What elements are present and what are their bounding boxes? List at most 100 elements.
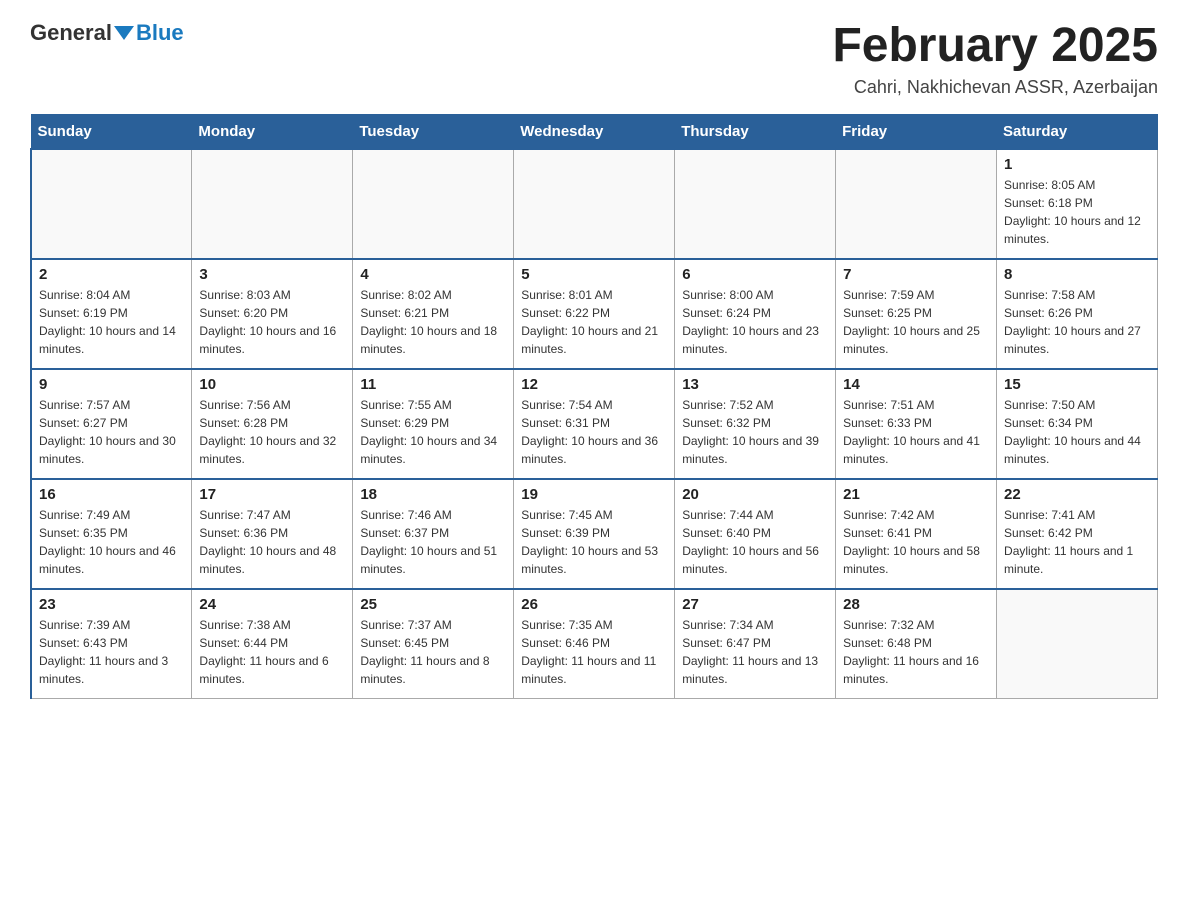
calendar-cell: 4Sunrise: 8:02 AMSunset: 6:21 PMDaylight…: [353, 259, 514, 369]
calendar-cell: 28 Sunrise: 7:32 AMSunset: 6:48 PMDayligh…: [836, 589, 997, 699]
calendar-week-1: 1Sunrise: 8:05 AMSunset: 6:18 PMDaylight…: [31, 149, 1158, 259]
calendar-cell: 18 Sunrise: 7:46 AMSunset: 6:37 PMDayligh…: [353, 479, 514, 589]
day-number: 13: [682, 376, 828, 393]
day-info: Sunrise: 7:46 AMSunset: 6:37 PMDaylight:…: [360, 506, 506, 578]
calendar-cell: 19 Sunrise: 7:45 AMSunset: 6:39 PMDayligh…: [514, 479, 675, 589]
day-number: 14: [843, 376, 989, 393]
day-info: Sunrise: 7:41 AMSunset: 6:42 PMDaylight:…: [1004, 506, 1150, 578]
calendar-cell: [997, 589, 1158, 699]
month-title: February 2025: [832, 20, 1158, 73]
weekday-header-sunday: Sunday: [31, 114, 192, 149]
weekday-header-monday: Monday: [192, 114, 353, 149]
calendar-cell: 14 Sunrise: 7:51 AMSunset: 6:33 PMDayligh…: [836, 369, 997, 479]
weekday-header-friday: Friday: [836, 114, 997, 149]
calendar-cell: 2 Sunrise: 8:04 AMSunset: 6:19 PMDaylight…: [31, 259, 192, 369]
day-number: 18: [360, 486, 506, 503]
weekday-header-saturday: Saturday: [997, 114, 1158, 149]
calendar-cell: [31, 149, 192, 259]
calendar-cell: 24 Sunrise: 7:38 AMSunset: 6:44 PMDayligh…: [192, 589, 353, 699]
day-info: Sunrise: 7:42 AMSunset: 6:41 PMDaylight:…: [843, 506, 989, 578]
calendar-cell: 7 Sunrise: 7:59 AMSunset: 6:25 PMDaylight…: [836, 259, 997, 369]
calendar-cell: 16 Sunrise: 7:49 AMSunset: 6:35 PMDayligh…: [31, 479, 192, 589]
calendar-week-2: 2 Sunrise: 8:04 AMSunset: 6:19 PMDaylight…: [31, 259, 1158, 369]
calendar-cell: 15 Sunrise: 7:50 AMSunset: 6:34 PMDayligh…: [997, 369, 1158, 479]
day-number: 7: [843, 266, 989, 283]
day-info: Sunrise: 8:01 AMSunset: 6:22 PMDaylight:…: [521, 286, 667, 358]
logo-general-text: General: [30, 20, 112, 46]
day-info: Sunrise: 8:03 AMSunset: 6:20 PMDaylight:…: [199, 286, 345, 358]
day-number: 5: [521, 266, 667, 283]
calendar-cell: 9 Sunrise: 7:57 AMSunset: 6:27 PMDaylight…: [31, 369, 192, 479]
day-info: Sunrise: 7:38 AMSunset: 6:44 PMDaylight:…: [199, 616, 345, 688]
calendar-cell: 23 Sunrise: 7:39 AMSunset: 6:43 PMDayligh…: [31, 589, 192, 699]
calendar-cell: [514, 149, 675, 259]
calendar-cell: 21Sunrise: 7:42 AMSunset: 6:41 PMDayligh…: [836, 479, 997, 589]
day-number: 10: [199, 376, 345, 393]
day-number: 19: [521, 486, 667, 503]
day-number: 1: [1004, 156, 1150, 173]
day-number: 16: [39, 486, 184, 503]
weekday-header-tuesday: Tuesday: [353, 114, 514, 149]
day-info: Sunrise: 8:00 AMSunset: 6:24 PMDaylight:…: [682, 286, 828, 358]
calendar-cell: 25 Sunrise: 7:37 AMSunset: 6:45 PMDayligh…: [353, 589, 514, 699]
calendar-cell: [192, 149, 353, 259]
title-block: February 2025 Cahri, Nakhichevan ASSR, A…: [832, 20, 1158, 98]
logo: General Blue: [30, 20, 184, 46]
weekday-header-thursday: Thursday: [675, 114, 836, 149]
calendar-week-5: 23 Sunrise: 7:39 AMSunset: 6:43 PMDayligh…: [31, 589, 1158, 699]
day-info: Sunrise: 7:52 AMSunset: 6:32 PMDaylight:…: [682, 396, 828, 468]
weekday-header-row: SundayMondayTuesdayWednesdayThursdayFrid…: [31, 114, 1158, 149]
calendar-cell: 10 Sunrise: 7:56 AMSunset: 6:28 PMDayligh…: [192, 369, 353, 479]
day-number: 8: [1004, 266, 1150, 283]
day-info: Sunrise: 7:50 AMSunset: 6:34 PMDaylight:…: [1004, 396, 1150, 468]
page-header: General Blue February 2025 Cahri, Nakhic…: [30, 20, 1158, 98]
day-info: Sunrise: 8:02 AMSunset: 6:21 PMDaylight:…: [360, 286, 506, 358]
day-number: 15: [1004, 376, 1150, 393]
calendar-table: SundayMondayTuesdayWednesdayThursdayFrid…: [30, 114, 1158, 700]
calendar-week-3: 9 Sunrise: 7:57 AMSunset: 6:27 PMDaylight…: [31, 369, 1158, 479]
logo-blue-text: Blue: [136, 20, 184, 46]
day-info: Sunrise: 7:59 AMSunset: 6:25 PMDaylight:…: [843, 286, 989, 358]
calendar-cell: [836, 149, 997, 259]
day-number: 9: [39, 376, 184, 393]
day-info: Sunrise: 7:39 AMSunset: 6:43 PMDaylight:…: [39, 616, 184, 688]
day-number: 24: [199, 596, 345, 613]
day-number: 23: [39, 596, 184, 613]
calendar-cell: 27Sunrise: 7:34 AMSunset: 6:47 PMDayligh…: [675, 589, 836, 699]
day-number: 27: [682, 596, 828, 613]
day-number: 17: [199, 486, 345, 503]
day-info: Sunrise: 7:32 AMSunset: 6:48 PMDaylight:…: [843, 616, 989, 688]
location-text: Cahri, Nakhichevan ASSR, Azerbaijan: [832, 77, 1158, 98]
day-number: 6: [682, 266, 828, 283]
day-info: Sunrise: 7:45 AMSunset: 6:39 PMDaylight:…: [521, 506, 667, 578]
day-info: Sunrise: 7:57 AMSunset: 6:27 PMDaylight:…: [39, 396, 184, 468]
day-info: Sunrise: 7:44 AMSunset: 6:40 PMDaylight:…: [682, 506, 828, 578]
day-number: 11: [360, 376, 506, 393]
day-info: Sunrise: 7:56 AMSunset: 6:28 PMDaylight:…: [199, 396, 345, 468]
day-info: Sunrise: 7:37 AMSunset: 6:45 PMDaylight:…: [360, 616, 506, 688]
day-info: Sunrise: 7:54 AMSunset: 6:31 PMDaylight:…: [521, 396, 667, 468]
calendar-cell: [353, 149, 514, 259]
day-number: 3: [199, 266, 345, 283]
day-info: Sunrise: 8:04 AMSunset: 6:19 PMDaylight:…: [39, 286, 184, 358]
calendar-cell: 6 Sunrise: 8:00 AMSunset: 6:24 PMDaylight…: [675, 259, 836, 369]
logo-triangle-icon: [114, 26, 134, 40]
calendar-cell: 11 Sunrise: 7:55 AMSunset: 6:29 PMDayligh…: [353, 369, 514, 479]
day-info: Sunrise: 7:51 AMSunset: 6:33 PMDaylight:…: [843, 396, 989, 468]
day-number: 2: [39, 266, 184, 283]
day-info: Sunrise: 7:47 AMSunset: 6:36 PMDaylight:…: [199, 506, 345, 578]
day-info: Sunrise: 7:58 AMSunset: 6:26 PMDaylight:…: [1004, 286, 1150, 358]
calendar-cell: 20Sunrise: 7:44 AMSunset: 6:40 PMDayligh…: [675, 479, 836, 589]
calendar-cell: 8 Sunrise: 7:58 AMSunset: 6:26 PMDaylight…: [997, 259, 1158, 369]
calendar-cell: 1Sunrise: 8:05 AMSunset: 6:18 PMDaylight…: [997, 149, 1158, 259]
calendar-cell: 13 Sunrise: 7:52 AMSunset: 6:32 PMDayligh…: [675, 369, 836, 479]
day-number: 22: [1004, 486, 1150, 503]
calendar-cell: 26Sunrise: 7:35 AMSunset: 6:46 PMDayligh…: [514, 589, 675, 699]
day-info: Sunrise: 7:49 AMSunset: 6:35 PMDaylight:…: [39, 506, 184, 578]
day-number: 28: [843, 596, 989, 613]
day-number: 25: [360, 596, 506, 613]
day-info: Sunrise: 7:55 AMSunset: 6:29 PMDaylight:…: [360, 396, 506, 468]
day-info: Sunrise: 7:35 AMSunset: 6:46 PMDaylight:…: [521, 616, 667, 688]
calendar-cell: 22 Sunrise: 7:41 AMSunset: 6:42 PMDayligh…: [997, 479, 1158, 589]
day-number: 12: [521, 376, 667, 393]
